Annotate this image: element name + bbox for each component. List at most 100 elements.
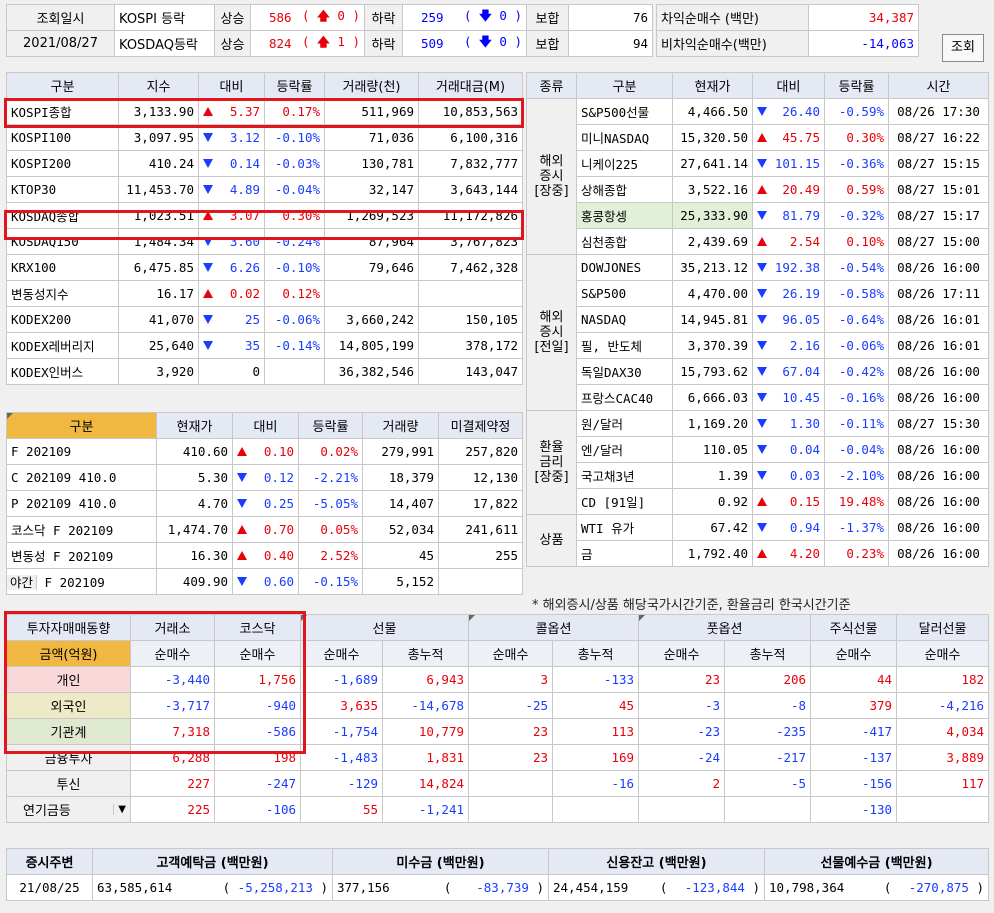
up-arrow-icon	[203, 289, 213, 298]
investor-value: -586	[214, 718, 301, 745]
index-name: KRX100	[6, 254, 119, 281]
table-row[interactable]: 코스닥 F 202109 1,474.70 0.70 0.05% 52,034 241,6…	[6, 516, 523, 543]
table-row[interactable]: 변동성 F 202109 16.30 0.40 2.52% 45 255	[6, 542, 523, 569]
world-time: 08/26 16:01	[888, 306, 989, 333]
table-row[interactable]: KOSDAQ150 1,484.34 3.60 -0.24% 87,964 3,767,8…	[6, 228, 523, 255]
world-price: 4,466.50	[672, 98, 753, 125]
table-row[interactable]: 국고채3년 1.39 0.03 -2.10% 08/26 16:00	[527, 462, 989, 489]
table-row[interactable]: 투신 227 -247 -129 14,824 -16 2 -5 -156 117	[6, 770, 990, 797]
world-change: 10.45	[752, 384, 825, 411]
down-arrow-icon	[237, 577, 247, 586]
table-row[interactable]: KTOP30 11,453.70 4.89 -0.04% 32,147 3,643,144	[6, 176, 523, 203]
investor-value: 227	[130, 770, 215, 797]
down-arrow-icon	[203, 133, 213, 142]
investor-value: -1,754	[300, 718, 383, 745]
world-time: 08/26 16:00	[888, 384, 989, 411]
table-row[interactable]: 환율 금리 [장중] 원/달러 1,169.20 1.30 -0.11% 08/27 15…	[526, 410, 989, 515]
world-time: 08/26 17:11	[888, 280, 989, 307]
index-header-4: 거래량(천)	[324, 72, 419, 99]
table-row[interactable]: 금 1,792.40 4.20 0.23% 08/26 16:00	[527, 540, 989, 567]
table-row[interactable]: 해외 증시 [전일] DOWJONES 35,213.12 192.38 -0.54% 0…	[526, 254, 989, 411]
down-arrow-icon	[237, 473, 247, 482]
investor-value: -133	[552, 666, 640, 693]
table-row[interactable]: 필, 반도체 3,370.39 2.16 -0.06% 08/26 16:01	[527, 332, 989, 359]
world-change: 192.38	[752, 254, 825, 281]
investor-value: 379	[810, 692, 898, 719]
world-price: 15,793.62	[672, 358, 753, 385]
investor-subheader: 총누적	[552, 640, 640, 667]
table-row[interactable]: NASDAQ 14,945.81 96.05 -0.64% 08/26 16:01	[527, 306, 989, 333]
table-row[interactable]: 상품 WTI 유가 67.42 0.94 -1.37% 08/26 16:00	[526, 514, 989, 567]
table-row[interactable]: 개인 -3,440 1,756 -1,689 6,943 3 -133 23 206 44 182	[6, 666, 990, 693]
table-row[interactable]: 기관계 7,318 -586 -1,754 10,779 23 113 -23 -235 -417…	[6, 718, 990, 745]
table-row[interactable]: 연기금등 ▼ 225 -106 55 -1,241 -130	[6, 796, 990, 823]
world-time: 08/27 16:22	[888, 124, 989, 151]
table-row[interactable]: 독일DAX30 15,793.62 67.04 -0.42% 08/26 16:00	[527, 358, 989, 385]
index-name: KODEX인버스	[6, 358, 119, 385]
index-volume: 1,269,523	[324, 202, 419, 229]
table-row[interactable]: KODEX레버리지 25,640 35 -0.14% 14,805,199 378,172	[6, 332, 523, 359]
index-name: KOSPI100	[6, 124, 119, 151]
index-rate: 0.30%	[264, 202, 325, 229]
table-row[interactable]: C 202109 410.0 5.30 0.12 -2.21% 18,379 12,130	[6, 464, 523, 491]
table-row[interactable]: KOSPI200 410.24 0.14 -0.03% 130,781 7,832,777	[6, 150, 523, 177]
table-row[interactable]: CD [91일] 0.92 0.15 19.48% 08/26 16:00	[527, 488, 989, 515]
table-row[interactable]: 상해종합 3,522.16 20.49 0.59% 08/27 15:01	[527, 176, 989, 203]
index-rate: 0.12%	[264, 280, 325, 307]
table-row[interactable]: 미니NASDAQ 15,320.50 45.75 0.30% 08/27 16:22	[527, 124, 989, 151]
world-name: 독일DAX30	[576, 358, 673, 385]
table-row[interactable]: KODEX200 41,070 25 -0.06% 3,660,242 150,105	[6, 306, 523, 333]
table-row[interactable]: 변동성지수 16.17 0.02 0.12%	[6, 280, 523, 307]
futures-change: 0.60	[232, 568, 299, 595]
table-row[interactable]: KODEX인버스 3,920 0 36,382,546 143,047	[6, 358, 523, 385]
down-arrow-icon	[757, 419, 767, 428]
table-row[interactable]: KOSPI100 3,097.95 3.12 -0.10% 71,036 6,100,31…	[6, 124, 523, 151]
index-header-2: 대비	[198, 72, 265, 99]
table-row[interactable]: F 202109 410.60 0.10 0.02% 279,991 257,820	[6, 438, 523, 465]
futures-rate: -0.15%	[298, 568, 363, 595]
query-button[interactable]: 조회	[942, 34, 984, 62]
table-row[interactable]: 심천종합 2,439.69 2.54 0.10% 08/27 15:00	[527, 228, 989, 255]
index-rate: -0.24%	[264, 228, 325, 255]
table-row[interactable]: 금융투자 6,288 198 -1,483 1,831 23 169 -24 -217 -137 3…	[6, 744, 990, 771]
world-header-0: 종류	[526, 72, 577, 99]
table-row[interactable]: 야간 F 202109 409.90 0.60 -0.15% 5,152	[6, 568, 523, 595]
table-row[interactable]: 프랑스CAC40 6,666.03 10.45 -0.16% 08/26 16:00	[527, 384, 989, 411]
index-change: 3.12	[198, 124, 265, 151]
world-rate: 0.23%	[824, 540, 889, 567]
table-row[interactable]: KOSDAQ종합 1,023.51 3.07 0.30% 1,269,523 11,172…	[6, 202, 523, 229]
up-arrow-icon	[757, 133, 767, 142]
table-row[interactable]: 외국인 -3,717 -940 3,635 -14,678 -25 45 -3 -8 379 -4,…	[6, 692, 990, 719]
world-header-3: 대비	[752, 72, 825, 99]
futures-change: 0.10	[232, 438, 299, 465]
kosdaq-up-cell: 824( 🡅 1 )	[250, 30, 365, 57]
world-time: 08/27 15:17	[888, 202, 989, 229]
world-header-5: 시간	[888, 72, 989, 99]
table-row[interactable]: 해외 증시 [장중] S&P500선물 4,466.50 26.40 -0.59% 08/…	[526, 98, 989, 255]
up-arrow-icon	[757, 497, 767, 506]
investor-value: -1,241	[381, 796, 470, 823]
investor-value: -156	[810, 770, 898, 797]
world-name: S&P500선물	[576, 98, 673, 125]
table-row[interactable]: KRX100 6,475.85 6.26 -0.10% 79,646 7,462,328	[6, 254, 523, 281]
summary-header-0: 증시주변	[6, 848, 93, 875]
down-arrow-icon	[757, 393, 767, 402]
investor-value: 55	[300, 796, 383, 823]
kosdaq-flat: 94	[568, 30, 653, 57]
futures-name: 야간 F 202109	[6, 568, 157, 595]
up-label-2: 상승	[214, 30, 251, 57]
index-amount: 7,832,777	[418, 150, 523, 177]
table-row[interactable]: P 202109 410.0 4.70 0.25 -5.05% 14,407 17,822	[6, 490, 523, 517]
table-row[interactable]: S&P500 4,470.00 26.19 -0.58% 08/26 17:11	[527, 280, 989, 307]
dropdown-arrow-icon[interactable]: ▼	[113, 804, 126, 815]
world-price: 35,213.12	[672, 254, 753, 281]
investor-value: 6,288	[130, 744, 215, 771]
table-row[interactable]: 엔/달러 110.05 0.04 -0.04% 08/26 16:00	[527, 436, 989, 463]
investor-value	[896, 796, 990, 823]
futures-table: 구분 현재가 대비 등락률 거래량 미결제약정 F 202109 410.60 0.10 0.0…	[6, 412, 523, 595]
table-row[interactable]: 니케이225 27,641.14 101.15 -0.36% 08/27 15:15	[527, 150, 989, 177]
table-row[interactable]: 홍콩항셍 25,333.90 81.79 -0.32% 08/27 15:17	[527, 202, 989, 229]
flat-label-2: 보합	[526, 30, 569, 57]
table-row[interactable]: KOSPI종합 3,133.90 5.37 0.17% 511,969 10,853,56…	[6, 98, 523, 125]
summary-header-1: 고객예탁금 (백만원)	[92, 848, 333, 875]
